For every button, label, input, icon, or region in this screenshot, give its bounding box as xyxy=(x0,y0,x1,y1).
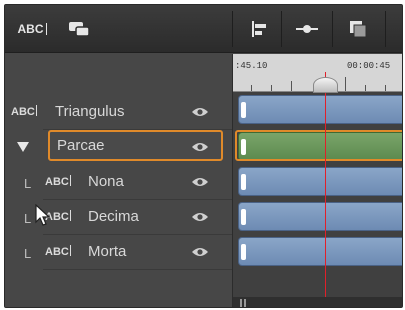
add-title-button[interactable]: ABC xyxy=(13,13,51,45)
title-clip[interactable] xyxy=(238,167,402,196)
clip-trim-handle[interactable] xyxy=(241,174,246,190)
eye-icon[interactable] xyxy=(191,246,209,258)
timecode-right: 00:00:45 xyxy=(347,61,391,71)
timecode-left: :45.10 xyxy=(235,61,268,71)
track-name: Triangulus xyxy=(55,103,125,120)
track-name: Decima xyxy=(88,208,139,225)
title-clip[interactable] xyxy=(238,202,402,231)
title-tool-label: ABC xyxy=(17,22,44,36)
hierarchy-branch: L xyxy=(24,246,32,261)
timeline-panel: :45.10 00:00:45 xyxy=(232,54,402,307)
selected-clip-highlight xyxy=(235,130,402,161)
track-name: Parcae xyxy=(57,137,105,154)
clip-trim-handle[interactable] xyxy=(241,244,246,260)
clip-trim-handle[interactable] xyxy=(241,102,246,118)
hierarchy-branch: L xyxy=(24,211,32,226)
align-icon xyxy=(252,21,266,37)
title-clip[interactable] xyxy=(238,237,402,266)
eye-icon[interactable] xyxy=(191,106,209,118)
track-row[interactable]: L ABC Nona xyxy=(5,165,232,200)
track-row-selected[interactable]: Parcae xyxy=(5,130,232,165)
timeline-scrollbar[interactable] xyxy=(233,297,402,307)
track-row[interactable]: L ABC Morta xyxy=(5,235,232,270)
hierarchy-branch: L xyxy=(24,176,32,191)
eye-icon[interactable] xyxy=(191,176,209,188)
expand-arrow-icon[interactable] xyxy=(17,142,29,152)
track-row[interactable]: ABC Triangulus xyxy=(5,95,232,130)
title-track-icon: ABC xyxy=(45,245,71,258)
track-group-button[interactable] xyxy=(59,13,99,45)
clip-trim-handle[interactable] xyxy=(241,209,246,225)
eye-icon[interactable] xyxy=(191,141,209,153)
title-track-icon: ABC xyxy=(11,105,37,118)
scroll-grip[interactable] xyxy=(240,299,242,307)
track-name: Morta xyxy=(88,243,127,260)
align-button[interactable] xyxy=(243,13,275,45)
playhead-scrubber[interactable] xyxy=(313,77,338,93)
toolbar: ABC xyxy=(5,5,402,53)
track-name: Nona xyxy=(88,173,124,190)
link-icon xyxy=(296,25,318,33)
track-list-panel: ABC Triangulus Parcae L ABC Nona L ABC D… xyxy=(5,54,232,307)
track-group-icon xyxy=(69,22,90,37)
playhead-line xyxy=(325,72,326,307)
overlay-button[interactable] xyxy=(341,13,375,45)
title-clip[interactable] xyxy=(238,95,402,124)
eye-icon[interactable] xyxy=(191,211,209,223)
link-button[interactable] xyxy=(289,13,325,45)
scroll-grip[interactable] xyxy=(244,299,246,307)
timeline-editor: ABC ABC Triangulus Parcae L ABC Nona L A… xyxy=(4,4,403,308)
title-track-icon: ABC xyxy=(45,175,71,188)
mouse-cursor-icon xyxy=(35,204,51,226)
overlay-icon xyxy=(350,21,367,38)
